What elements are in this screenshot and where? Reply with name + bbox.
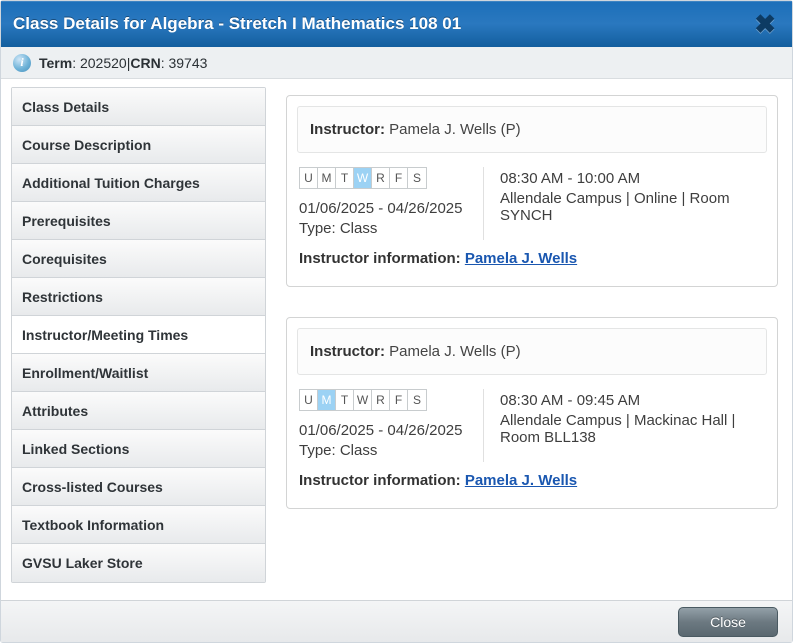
meeting-header: Instructor: Pamela J. Wells (P): [297, 328, 767, 375]
instructor-link[interactable]: Pamela J. Wells: [465, 250, 577, 267]
meeting-panel: Instructor: Pamela J. Wells (P) UMTWRFS 01…: [286, 95, 778, 287]
instructor-label: Instructor:: [310, 121, 385, 138]
instructor-info-label: Instructor information:: [299, 250, 465, 267]
term-label: Term: [39, 55, 72, 71]
time-range: 08:30 AM - 09:45 AM: [500, 392, 765, 409]
day-cell: T: [336, 168, 354, 188]
day-cell: R: [372, 168, 390, 188]
info-icon: i: [13, 54, 31, 72]
sidebar-item[interactable]: Prerequisites: [12, 202, 265, 240]
term-value: 202520: [80, 55, 127, 71]
instructor-info-label: Instructor information:: [299, 472, 465, 489]
time-range: 08:30 AM - 10:00 AM: [500, 170, 765, 187]
titlebar: Class Details for Algebra - Stretch I Ma…: [1, 1, 792, 47]
dialog-title: Class Details for Algebra - Stretch I Ma…: [13, 14, 461, 34]
meeting-right-col: 08:30 AM - 10:00 AM Allendale Campus | On…: [483, 167, 765, 240]
instructor-label: Instructor:: [310, 343, 385, 360]
sidebar-item[interactable]: Enrollment/Waitlist: [12, 354, 265, 392]
sidebar-item[interactable]: Textbook Information: [12, 506, 265, 544]
instructor-information: Instructor information: Pamela J. Wells: [299, 472, 765, 489]
date-range: 01/06/2025 - 04/26/2025: [299, 200, 467, 217]
sidebar-item[interactable]: Cross-listed Courses: [12, 468, 265, 506]
day-cell: W: [354, 390, 372, 410]
sidebar-item[interactable]: GVSU Laker Store: [12, 544, 265, 582]
meeting-type: Type: Class: [299, 220, 467, 237]
day-cell: U: [300, 168, 318, 188]
close-button[interactable]: Close: [678, 607, 778, 637]
days-of-week: UMTWRFS: [299, 389, 427, 411]
day-cell: M: [318, 168, 336, 188]
sidebar-item[interactable]: Restrictions: [12, 278, 265, 316]
day-cell: M: [318, 390, 336, 410]
meeting-header: Instructor: Pamela J. Wells (P): [297, 106, 767, 153]
day-cell: R: [372, 390, 390, 410]
crn-label: CRN: [130, 55, 160, 71]
sidebar-item[interactable]: Linked Sections: [12, 430, 265, 468]
instructor-name: Pamela J. Wells (P): [385, 121, 521, 138]
meeting-body: UMTWRFS 01/06/2025 - 04/26/2025 Type: Clas…: [287, 375, 777, 508]
sidebar-item[interactable]: Additional Tuition Charges: [12, 164, 265, 202]
day-cell: U: [300, 390, 318, 410]
instructor-name: Pamela J. Wells (P): [385, 343, 521, 360]
meeting-left-col: UMTWRFS 01/06/2025 - 04/26/2025 Type: Clas…: [299, 389, 467, 462]
meeting-right-col: 08:30 AM - 09:45 AM Allendale Campus | Ma…: [483, 389, 765, 462]
day-cell: F: [390, 168, 408, 188]
sidebar-item[interactable]: Class Details: [12, 88, 265, 126]
instructor-link[interactable]: Pamela J. Wells: [465, 472, 577, 489]
meeting-type: Type: Class: [299, 442, 467, 459]
day-cell: T: [336, 390, 354, 410]
location: Allendale Campus | Mackinac Hall | Room …: [500, 412, 765, 446]
instructor-information: Instructor information: Pamela J. Wells: [299, 250, 765, 267]
body-area: Class DetailsCourse DescriptionAdditiona…: [1, 79, 792, 600]
day-cell: F: [390, 390, 408, 410]
sidebar-item[interactable]: Course Description: [12, 126, 265, 164]
sidebar-item[interactable]: Attributes: [12, 392, 265, 430]
close-icon[interactable]: ✖: [750, 9, 780, 40]
class-details-dialog: Class Details for Algebra - Stretch I Ma…: [0, 0, 793, 643]
meeting-panel: Instructor: Pamela J. Wells (P) UMTWRFS 01…: [286, 317, 778, 509]
sidebar-item[interactable]: Corequisites: [12, 240, 265, 278]
content-area: Instructor: Pamela J. Wells (P)UMTWRFS01…: [286, 87, 782, 600]
meeting-body: UMTWRFS 01/06/2025 - 04/26/2025 Type: Clas…: [287, 153, 777, 286]
day-cell: W: [354, 168, 372, 188]
crn-value: 39743: [168, 55, 207, 71]
term-crn-bar: i Term: 202520 | CRN: 39743: [1, 47, 792, 79]
location: Allendale Campus | Online | Room SYNCH: [500, 190, 765, 224]
day-cell: S: [408, 390, 426, 410]
sidebar: Class DetailsCourse DescriptionAdditiona…: [11, 87, 266, 583]
days-of-week: UMTWRFS: [299, 167, 427, 189]
sidebar-item[interactable]: Instructor/Meeting Times: [12, 316, 265, 354]
dialog-footer: Close: [1, 600, 792, 642]
date-range: 01/06/2025 - 04/26/2025: [299, 422, 467, 439]
meeting-left-col: UMTWRFS 01/06/2025 - 04/26/2025 Type: Clas…: [299, 167, 467, 240]
day-cell: S: [408, 168, 426, 188]
